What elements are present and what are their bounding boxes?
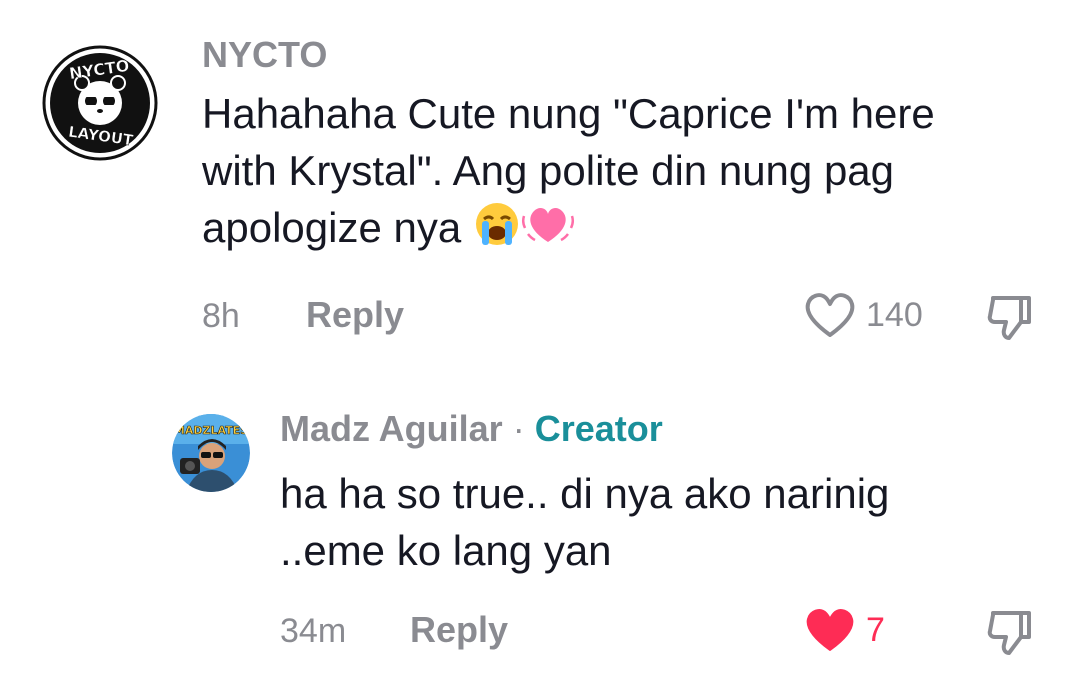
heart-outline-icon xyxy=(805,293,855,337)
reply-item: MADZLATES Madz Aguilar · Creator ha ha s… xyxy=(0,380,1080,680)
nycto-logo-icon: NYCTO LAYOUT xyxy=(42,45,158,161)
thumbs-down-icon xyxy=(987,611,1031,655)
creator-badge: Creator xyxy=(534,408,663,449)
like-count: 7 xyxy=(866,610,885,649)
heart-filled-icon xyxy=(806,609,854,651)
reply-text: ha ha so true.. di nya ako narinig ..eme… xyxy=(280,470,890,574)
comment-item: NYCTO LAYOUT NYCTO Hahahaha Cute nung "C… xyxy=(0,0,1080,360)
avatar[interactable]: MADZLATES xyxy=(172,414,250,492)
thumbs-down-icon xyxy=(987,296,1031,340)
comment-timestamp: 8h xyxy=(202,297,240,335)
loudly-crying-face-icon xyxy=(473,200,521,262)
reply-username[interactable]: Madz Aguilar xyxy=(280,408,503,449)
comment-username[interactable]: NYCTO xyxy=(202,34,327,76)
dislike-button[interactable] xyxy=(985,292,1035,347)
like-button[interactable]: 140 xyxy=(802,290,923,340)
separator-dot: · xyxy=(512,408,525,449)
madz-aguilar-avatar-icon: MADZLATES xyxy=(172,414,250,492)
comment-text: Hahahaha Cute nung "Caprice I'm here wit… xyxy=(202,85,982,262)
like-button[interactable]: 7 xyxy=(802,605,885,655)
reply-button[interactable]: Reply xyxy=(410,609,508,651)
like-count: 140 xyxy=(866,295,923,334)
reply-username-row: Madz Aguilar · Creator xyxy=(280,408,663,450)
beating-heart-icon xyxy=(521,200,575,262)
reply-button[interactable]: Reply xyxy=(306,294,404,336)
reply-timestamp: 34m xyxy=(280,612,347,650)
svg-text:MADZLATES: MADZLATES xyxy=(174,424,248,437)
dislike-button[interactable] xyxy=(985,607,1035,662)
avatar[interactable]: NYCTO LAYOUT xyxy=(42,45,158,161)
